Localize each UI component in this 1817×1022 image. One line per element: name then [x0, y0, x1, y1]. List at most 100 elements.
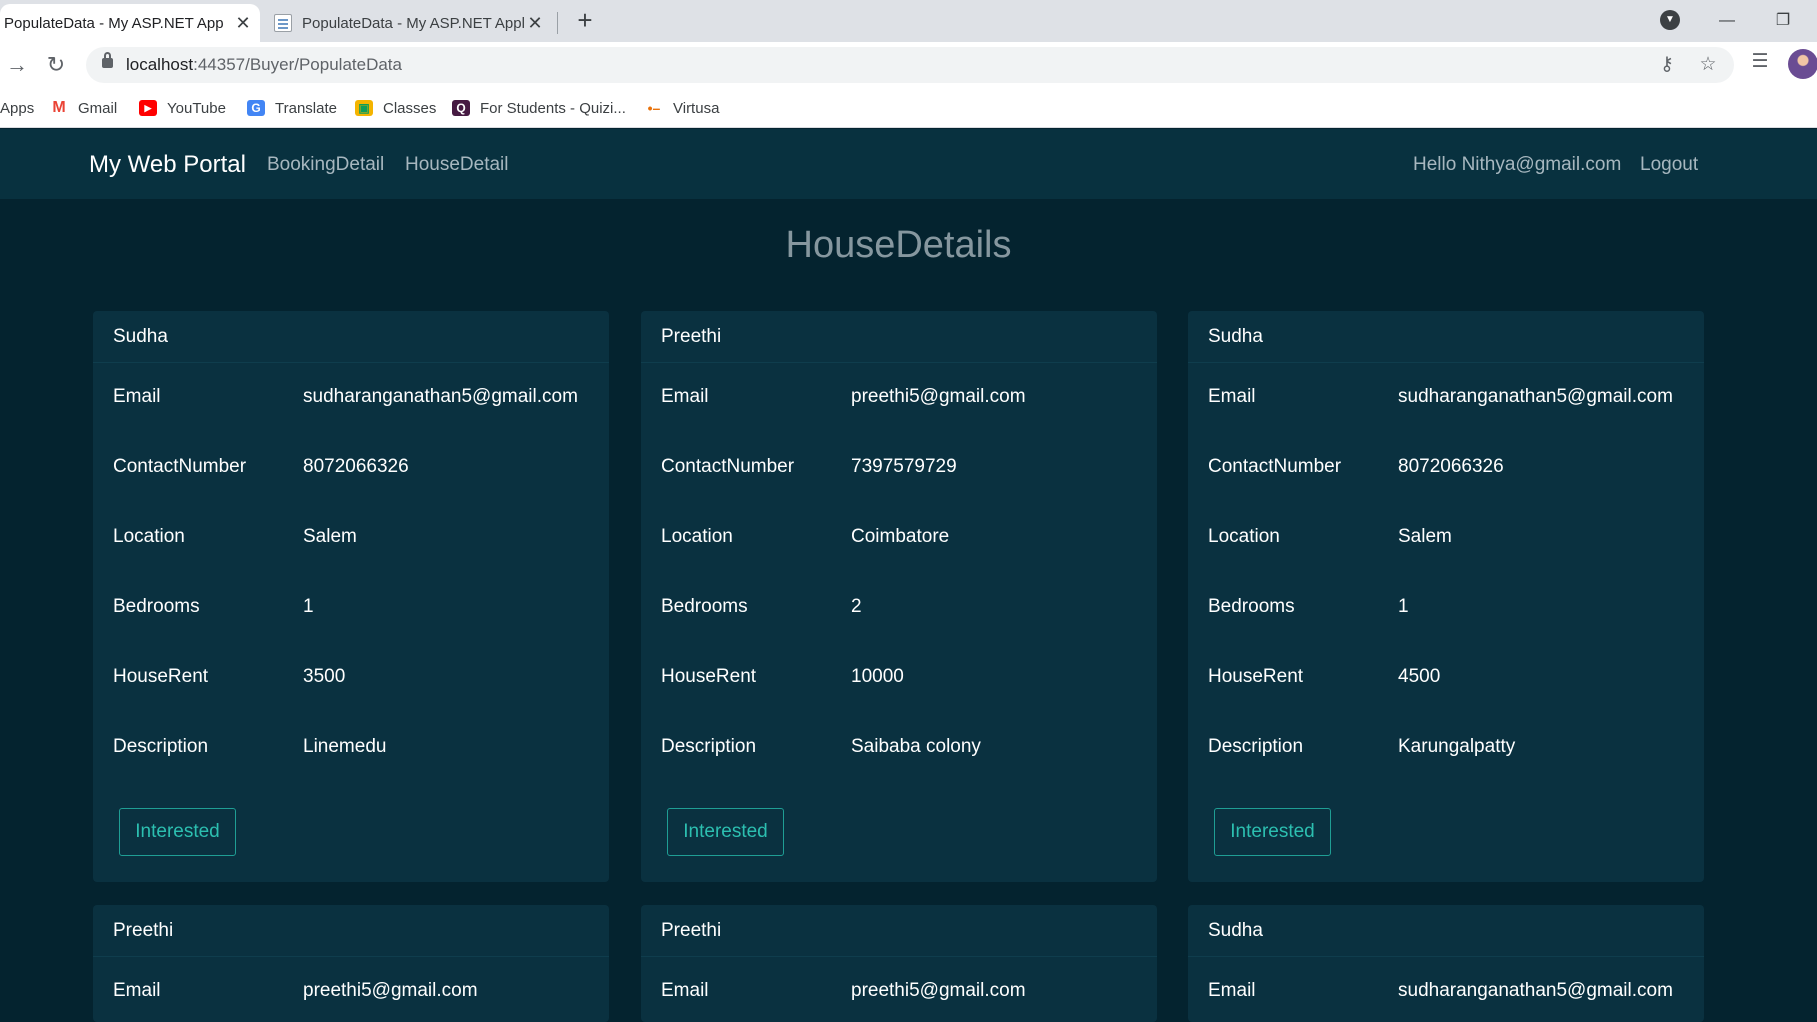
field-label: ContactNumber: [1208, 456, 1342, 477]
nav-link-bookingdetail[interactable]: BookingDetail: [267, 154, 384, 176]
email-value: preethi5@gmail.com: [303, 980, 478, 1001]
card-owner-name: Preethi: [641, 905, 1157, 957]
location-row: Location Salem: [113, 526, 603, 550]
contact-value: 8072066326: [1398, 456, 1504, 477]
close-icon[interactable]: ✕: [234, 14, 252, 32]
bookmark-gmail[interactable]: M Gmail: [50, 98, 117, 118]
nav-link-housedetail[interactable]: HouseDetail: [405, 154, 509, 176]
bookmarks-bar: Apps M Gmail ▶ YouTube G Translate ▣ Cla…: [0, 88, 1817, 128]
location-value: Coimbatore: [851, 526, 950, 547]
virtusa-icon: •–: [647, 100, 661, 116]
url-text: localhost:44357/Buyer/PopulateData: [126, 55, 402, 74]
house-card: Sudha Email sudharanganathan5@gmail.com: [1188, 905, 1704, 1022]
field-label: Description: [661, 736, 757, 757]
browser-tabstrip: PopulateData - My ASP.NET Appl ✕ Populat…: [0, 0, 1817, 42]
field-label: Location: [661, 526, 733, 547]
field-label: Bedrooms: [113, 596, 200, 617]
rent-value: 10000: [851, 666, 904, 687]
interested-button[interactable]: Interested: [1214, 808, 1331, 856]
location-row: Location Salem: [1208, 526, 1698, 550]
brand-link[interactable]: My Web Portal: [89, 151, 246, 179]
key-icon[interactable]: ⚷: [1654, 52, 1680, 78]
bookmark-label: For Students - Quizi...: [480, 99, 626, 117]
bookmark-apps[interactable]: Apps: [0, 98, 34, 118]
user-greeting-link[interactable]: Hello Nithya@gmail.com: [1413, 154, 1621, 176]
bookmark-classes[interactable]: ▣ Classes: [355, 98, 436, 118]
email-row: Email sudharanganathan5@gmail.com: [113, 386, 603, 410]
bedrooms-row: Bedrooms 1: [113, 596, 603, 620]
email-row: Email preethi5@gmail.com: [661, 386, 1151, 410]
minimize-icon[interactable]: —: [1712, 6, 1742, 36]
bookmark-youtube[interactable]: ▶ YouTube: [139, 98, 226, 118]
location-value: Salem: [303, 526, 357, 547]
house-card: Preethi Email preethi5@gmail.com ContactN…: [641, 311, 1157, 882]
email-value: sudharanganathan5@gmail.com: [1398, 386, 1673, 407]
field-label: Email: [1208, 386, 1256, 407]
email-value: sudharanganathan5@gmail.com: [303, 386, 578, 407]
house-card: Sudha Email sudharanganathan5@gmail.com C…: [93, 311, 609, 882]
gmail-icon: M: [52, 99, 66, 116]
interested-button[interactable]: Interested: [667, 808, 784, 856]
field-label: Email: [113, 980, 161, 1001]
card-owner-name: Sudha: [1188, 311, 1704, 363]
bedrooms-value: 2: [851, 596, 862, 617]
new-tab-button[interactable]: +: [572, 7, 598, 34]
lock-icon: [102, 52, 113, 68]
logout-link[interactable]: Logout: [1640, 154, 1698, 176]
close-icon[interactable]: ✕: [526, 14, 544, 32]
field-label: Email: [113, 386, 161, 407]
reading-list-icon[interactable]: ☰: [1747, 49, 1773, 75]
house-card: Preethi Email preethi5@gmail.com: [641, 905, 1157, 1022]
bedrooms-row: Bedrooms 1: [1208, 596, 1698, 620]
page-title: HouseDetails: [785, 224, 1012, 266]
bookmark-label: Translate: [275, 99, 337, 117]
bookmark-label: Gmail: [78, 99, 118, 117]
tab-separator: [557, 12, 558, 34]
bookmark-virtusa[interactable]: •– Virtusa: [645, 98, 720, 118]
field-label: Location: [1208, 526, 1280, 547]
location-row: Location Coimbatore: [661, 526, 1151, 550]
email-row: Email preethi5@gmail.com: [113, 980, 603, 1004]
browser-tab-active[interactable]: PopulateData - My ASP.NET Appl ✕: [0, 4, 260, 42]
bookmark-star-icon[interactable]: ☆: [1695, 52, 1721, 78]
card-owner-name: Sudha: [93, 311, 609, 363]
card-owner-name: Preethi: [641, 311, 1157, 363]
description-row: Description Linemedu: [113, 736, 603, 760]
field-label: Description: [1208, 736, 1304, 757]
field-label: HouseRent: [1208, 666, 1304, 687]
description-value: Saibaba colony: [851, 736, 981, 757]
field-label: Bedrooms: [1208, 596, 1295, 617]
rent-row: HouseRent 3500: [113, 666, 603, 690]
bookmark-translate[interactable]: G Translate: [247, 98, 337, 118]
classes-icon: ▣: [355, 100, 373, 116]
quizizz-icon: Q: [452, 100, 470, 116]
youtube-icon: ▶: [139, 100, 157, 116]
restore-icon[interactable]: ❐: [1768, 6, 1798, 36]
tab-search-icon[interactable]: ▼: [1660, 10, 1680, 30]
bookmark-quizizz[interactable]: Q For Students - Quizi...: [452, 98, 626, 118]
address-bar[interactable]: localhost:44357/Buyer/PopulateData ⚷ ☆: [86, 47, 1734, 83]
translate-icon: G: [247, 100, 265, 116]
reload-icon[interactable]: ↻: [41, 50, 71, 80]
card-owner-name: Preethi: [93, 905, 609, 957]
field-label: Email: [1208, 980, 1256, 1001]
description-row: Description Karungalpatty: [1208, 736, 1698, 760]
description-row: Description Saibaba colony: [661, 736, 1151, 760]
contact-row: ContactNumber 8072066326: [1208, 456, 1698, 480]
location-value: Salem: [1398, 526, 1452, 547]
contact-value: 7397579729: [851, 456, 957, 477]
email-row: Email sudharanganathan5@gmail.com: [1208, 386, 1698, 410]
rent-value: 4500: [1398, 666, 1441, 687]
field-label: Location: [113, 526, 185, 547]
forward-arrow-icon[interactable]: →: [2, 50, 32, 80]
browser-tab-inactive[interactable]: PopulateData - My ASP.NET Appl ✕: [270, 4, 552, 42]
profile-avatar[interactable]: [1788, 49, 1817, 79]
house-card: Preethi Email preethi5@gmail.com: [93, 905, 609, 1022]
house-card: Sudha Email sudharanganathan5@gmail.com C…: [1188, 311, 1704, 882]
field-label: Description: [113, 736, 209, 757]
contact-row: ContactNumber 7397579729: [661, 456, 1151, 480]
page-favicon-icon: [274, 14, 292, 32]
email-row: Email preethi5@gmail.com: [661, 980, 1151, 1004]
interested-button[interactable]: Interested: [119, 808, 236, 856]
rent-row: HouseRent 4500: [1208, 666, 1698, 690]
